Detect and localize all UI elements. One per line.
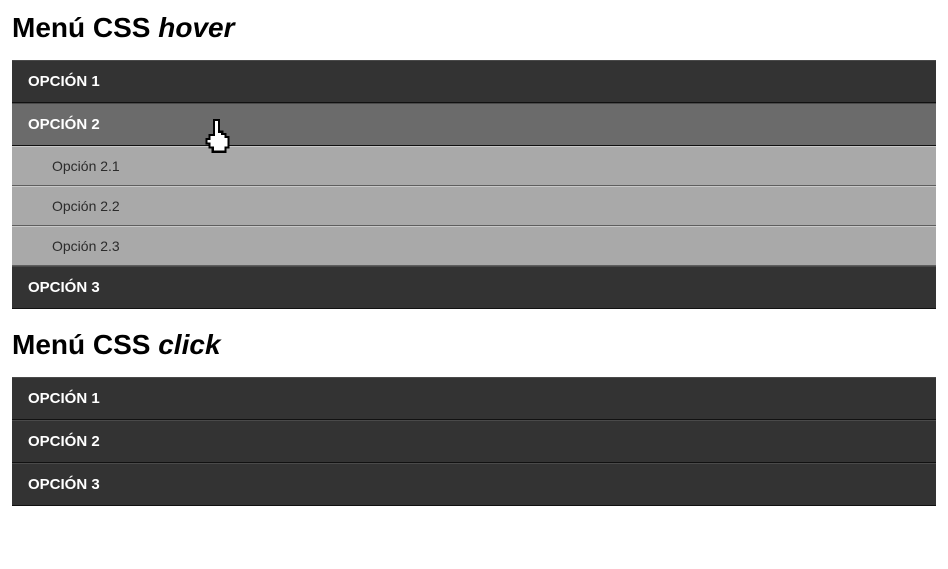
submenu-item-opcion-2-3[interactable]: Opción 2.3: [12, 226, 936, 266]
submenu-item-label: Opción 2.1: [52, 158, 120, 174]
menu-item-opcion-1[interactable]: OPCIÓN 1: [12, 60, 936, 103]
submenu-item-label: Opción 2.3: [52, 238, 120, 254]
menu-item-label: OPCIÓN 3: [28, 279, 100, 296]
heading-hover-em: hover: [158, 12, 234, 43]
menu-item-label: OPCIÓN 2: [28, 433, 100, 450]
heading-click-em: click: [158, 329, 220, 360]
menu-item-opcion-2[interactable]: OPCIÓN 2: [12, 103, 936, 146]
menu-item-label: OPCIÓN 2: [28, 116, 100, 133]
menu-item-opcion-3[interactable]: OPCIÓN 3: [12, 266, 936, 309]
menu-item-label: OPCIÓN 3: [28, 476, 100, 493]
heading-click: Menú CSS click: [12, 329, 936, 361]
menu-item-click-opcion-2[interactable]: OPCIÓN 2: [12, 420, 936, 463]
submenu-item-label: Opción 2.2: [52, 198, 120, 214]
menu-item-click-opcion-3[interactable]: OPCIÓN 3: [12, 463, 936, 506]
menu-hover: OPCIÓN 1 OPCIÓN 2: [12, 60, 936, 146]
heading-click-text: Menú CSS: [12, 329, 158, 360]
menu-hover-continued: OPCIÓN 3: [12, 266, 936, 309]
menu-click: OPCIÓN 1 OPCIÓN 2 OPCIÓN 3: [12, 377, 936, 506]
heading-hover-text: Menú CSS: [12, 12, 158, 43]
heading-hover: Menú CSS hover: [12, 12, 936, 44]
submenu-item-opcion-2-1[interactable]: Opción 2.1: [12, 146, 936, 186]
menu-hover-block: OPCIÓN 1 OPCIÓN 2 Opción 2.1 Opción 2.2 …: [12, 60, 936, 309]
menu-item-click-opcion-1[interactable]: OPCIÓN 1: [12, 377, 936, 420]
submenu-item-opcion-2-2[interactable]: Opción 2.2: [12, 186, 936, 226]
menu-item-label: OPCIÓN 1: [28, 73, 100, 90]
submenu-opcion-2: Opción 2.1 Opción 2.2 Opción 2.3: [12, 146, 936, 266]
menu-item-label: OPCIÓN 1: [28, 390, 100, 407]
